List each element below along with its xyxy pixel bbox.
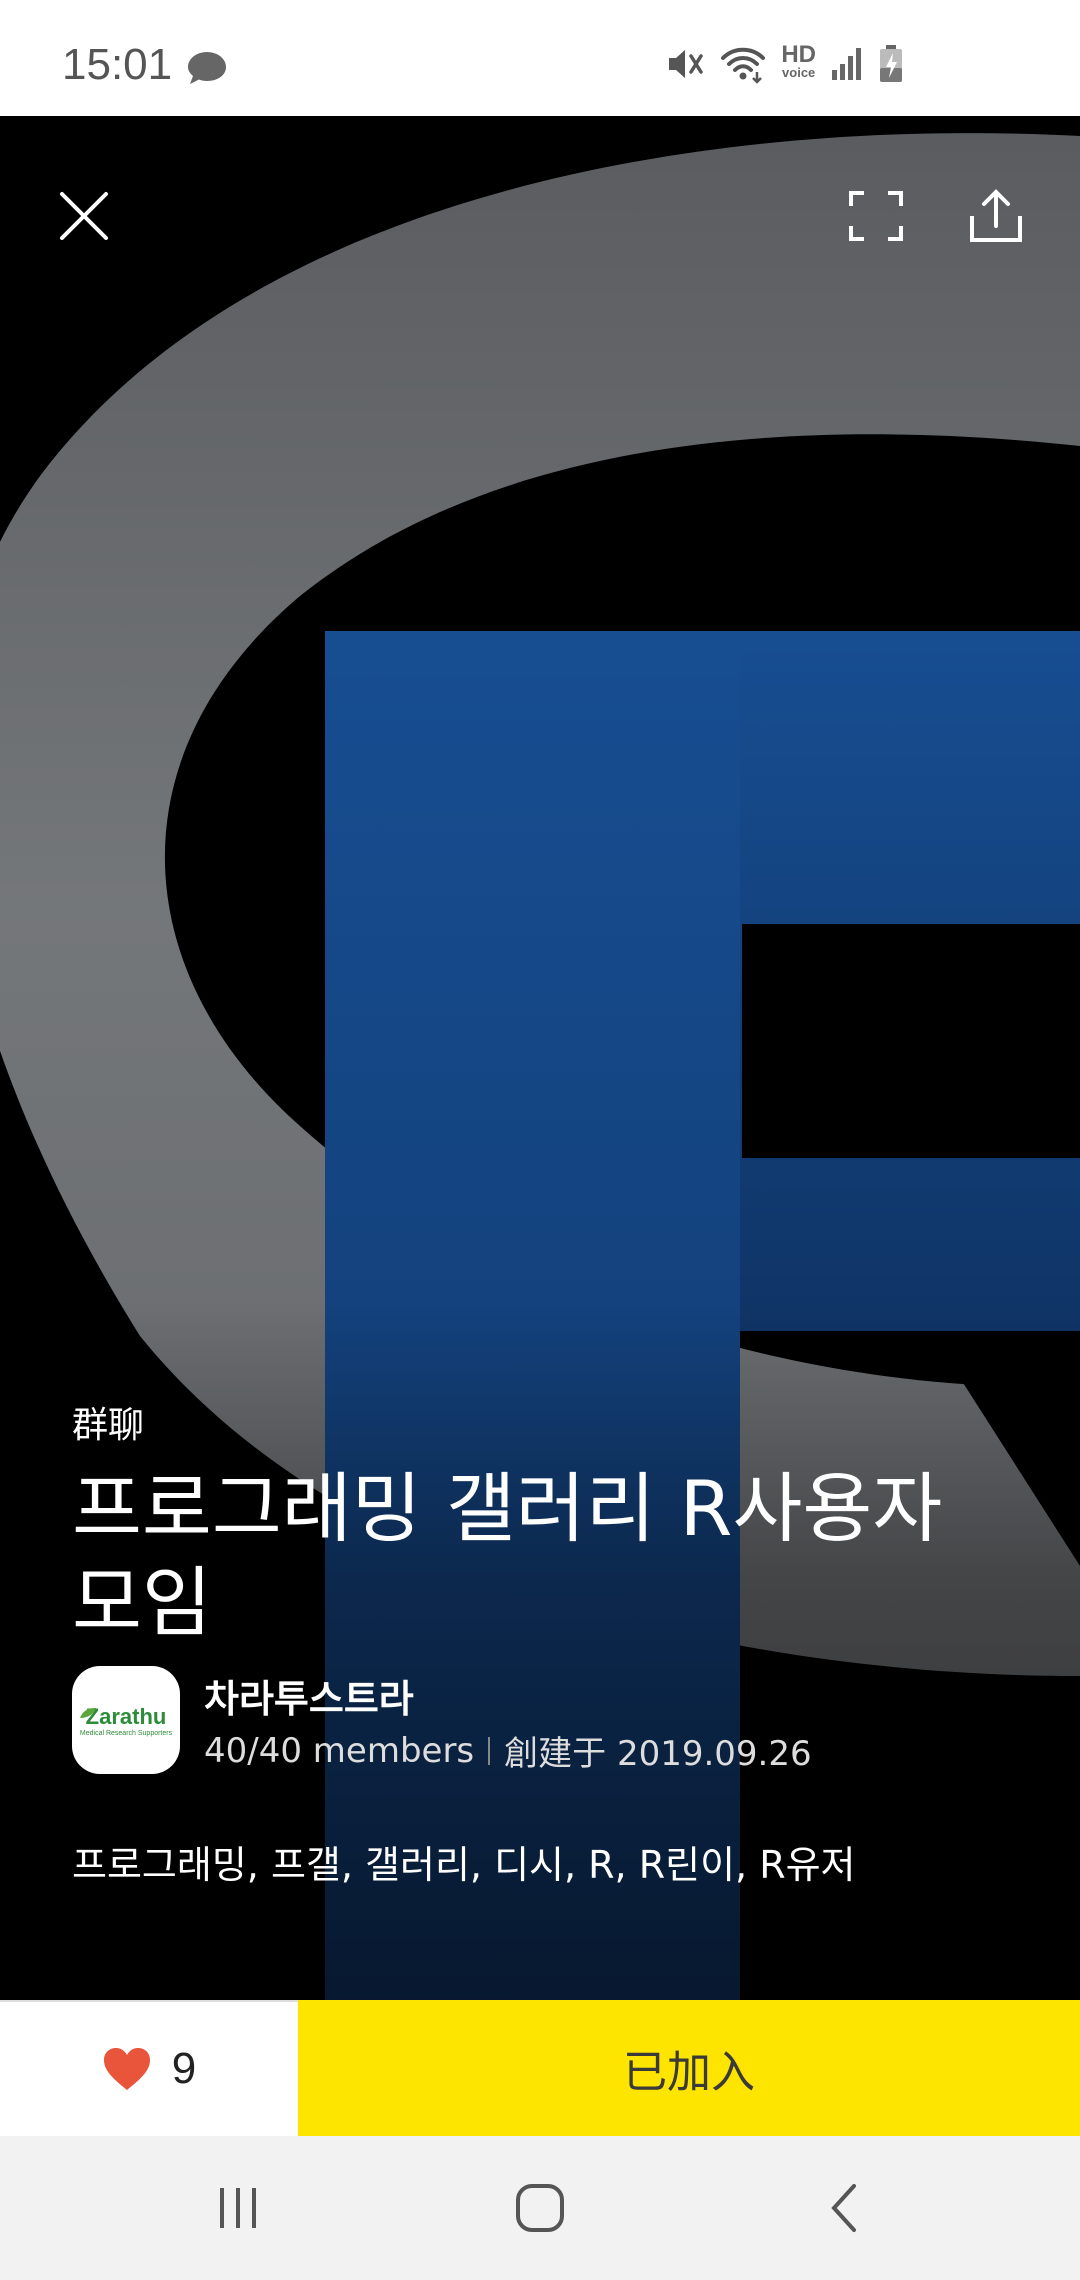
like-count: 9 xyxy=(171,2044,197,2093)
expand-icon xyxy=(849,191,903,241)
room-tags: 프로그래밍, 프갤, 갤러리, 디시, R, R린이, R유저 xyxy=(72,1843,856,1887)
action-bar: 9 已加入 xyxy=(0,2000,1080,2136)
back-button[interactable] xyxy=(804,2178,884,2238)
fullscreen-button[interactable] xyxy=(836,176,916,256)
voice-label: voice xyxy=(782,65,816,80)
created-date: 創建于 2019.09.26 xyxy=(504,1734,812,1774)
hd-voice-icon: HD voice xyxy=(781,41,816,82)
status-bar: 15:01 HD voice xyxy=(0,0,1080,116)
owner-avatar[interactable]: Zarathu Medical Research Supporters xyxy=(72,1666,180,1774)
like-button[interactable]: 9 xyxy=(0,2000,298,2136)
room-title: 프로그래밍 갤러리 R사용자 모임 xyxy=(72,1464,943,1647)
leaf-icon xyxy=(80,1708,96,1718)
meta-divider xyxy=(488,1736,491,1765)
system-nav-bar xyxy=(0,2136,1080,2280)
close-button[interactable] xyxy=(44,176,124,256)
share-icon xyxy=(970,189,1022,242)
joined-button[interactable]: 已加入 xyxy=(298,2000,1080,2136)
avatar-sub-text: Medical Research Supporters xyxy=(79,1729,173,1737)
back-icon xyxy=(831,2184,856,2232)
share-button[interactable] xyxy=(956,176,1036,256)
recent-apps-button[interactable] xyxy=(198,2178,278,2238)
mute-icon xyxy=(669,50,704,78)
home-button[interactable] xyxy=(500,2178,580,2238)
close-icon xyxy=(60,192,108,240)
signal-icon xyxy=(832,48,861,80)
heart-icon xyxy=(103,2048,150,2090)
wifi-icon xyxy=(721,47,766,84)
home-icon xyxy=(516,2184,564,2232)
status-icons: HD voice xyxy=(665,41,904,84)
status-time: 15:01 xyxy=(62,40,173,89)
battery-charging-icon xyxy=(880,45,902,82)
hd-label: HD xyxy=(781,41,816,68)
cover-gradient xyxy=(0,1300,1080,2000)
member-count: 40/40 members xyxy=(204,1730,475,1771)
recent-apps-icon xyxy=(220,2188,256,2228)
chat-type-label: 群聊 xyxy=(72,1405,145,1446)
room-meta: 40/40 members 創建于 2019.09.26 xyxy=(204,1726,812,1775)
chat-bubble-icon xyxy=(188,52,226,84)
owner-name: 차라투스트라 xyxy=(204,1677,414,1721)
